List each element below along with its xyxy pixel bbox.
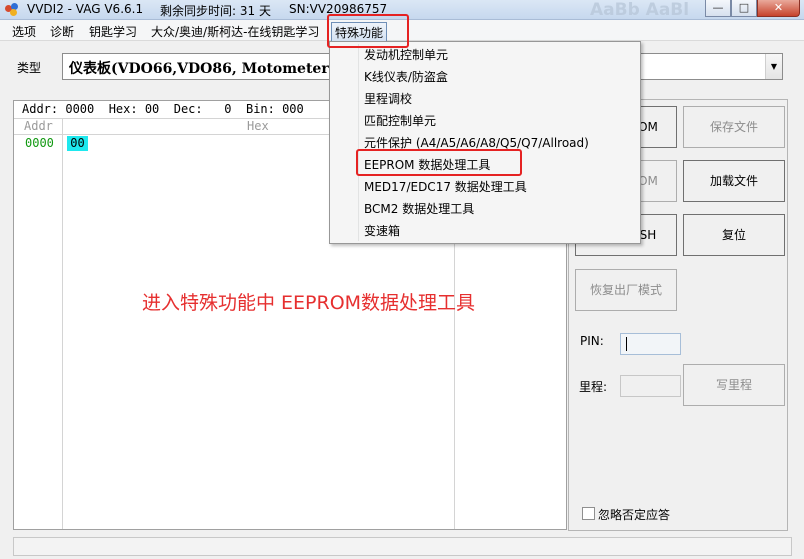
serial-number: SN:VV20986757 xyxy=(289,2,388,16)
chevron-down-icon[interactable]: ▼ xyxy=(765,54,782,79)
km-label: 里程: xyxy=(579,380,608,394)
hex-byte-selected[interactable]: 00 xyxy=(67,136,88,151)
sync-time-label: 剩余同步时间: 31 天 xyxy=(160,4,271,18)
menu-item-eeprom-tool[interactable]: EEPROM 数据处理工具 xyxy=(364,154,490,176)
menu-options[interactable]: 选项 xyxy=(12,23,36,40)
menu-bar: 选项 诊断 钥匙学习 大众/奥迪/斯柯达-在线钥匙学习 特殊功能 xyxy=(0,20,804,43)
menu-diagnostics[interactable]: 诊断 xyxy=(50,23,74,40)
hex-col-hex: Hex xyxy=(247,119,269,133)
menu-item-med17-tool[interactable]: MED17/EDC17 数据处理工具 xyxy=(364,176,527,198)
menu-item-mileage[interactable]: 里程调校 xyxy=(364,88,412,110)
app-icon xyxy=(5,3,19,16)
minimize-button[interactable]: — xyxy=(705,0,731,17)
hex-row-addr: 0000 xyxy=(25,136,54,150)
type-label: 类型 xyxy=(17,61,42,75)
ignore-negative-label: 忽略否定应答 xyxy=(598,508,671,522)
menu-item-component-protection[interactable]: 元件保护 (A4/A5/A6/A8/Q5/Q7/Allroad) xyxy=(364,132,589,154)
background-ghost-text: AaBb AaBl xyxy=(590,0,690,20)
menu-online-key-learning[interactable]: 大众/奥迪/斯柯达-在线钥匙学习 xyxy=(151,23,319,40)
load-file-button[interactable]: 加载文件 xyxy=(683,160,785,202)
menu-item-match-ecu[interactable]: 匹配控制单元 xyxy=(364,110,436,132)
instruction-annotation: 进入特殊功能中 EEPROM数据处理工具 xyxy=(142,292,476,314)
menu-item-bcm2-tool[interactable]: BCM2 数据处理工具 xyxy=(364,198,474,220)
km-input[interactable] xyxy=(620,375,681,397)
restore-factory-button[interactable]: 恢复出厂模式 xyxy=(575,269,677,311)
title-bar: VVDI2 - VAG V6.6.1 剩余同步时间: 31 天 SN:VV209… xyxy=(0,0,804,20)
menu-item-engine-ecu[interactable]: 发动机控制单元 xyxy=(364,44,448,66)
menu-item-gearbox[interactable]: 变速箱 xyxy=(364,220,400,242)
status-bar xyxy=(13,537,792,556)
hex-divider xyxy=(62,119,63,529)
pin-input[interactable] xyxy=(620,333,681,355)
menu-item-kline-cluster[interactable]: K线仪表/防盗盒 xyxy=(364,66,448,88)
text-caret xyxy=(626,337,627,351)
write-km-button[interactable]: 写里程 xyxy=(683,364,785,406)
maximize-button[interactable]: □ xyxy=(731,0,757,17)
menu-key-learning[interactable]: 钥匙学习 xyxy=(89,23,137,40)
pin-label: PIN: xyxy=(580,334,604,348)
hex-col-addr: Addr xyxy=(24,119,53,133)
type-select-value: 仪表板(VDO66,VDO86, Motometer) xyxy=(69,61,336,77)
window-title: VVDI2 - VAG V6.6.1 xyxy=(27,2,144,16)
ignore-negative-checkbox[interactable] xyxy=(582,507,595,520)
menu-gutter xyxy=(358,44,359,241)
special-functions-dropdown: 发动机控制单元 K线仪表/防盗盒 里程调校 匹配控制单元 元件保护 (A4/A5… xyxy=(329,41,641,244)
save-file-button[interactable]: 保存文件 xyxy=(683,106,785,148)
reset-button[interactable]: 复位 xyxy=(683,214,785,256)
menu-special-functions[interactable]: 特殊功能 xyxy=(331,22,388,43)
close-button[interactable]: ✕ xyxy=(757,0,800,17)
